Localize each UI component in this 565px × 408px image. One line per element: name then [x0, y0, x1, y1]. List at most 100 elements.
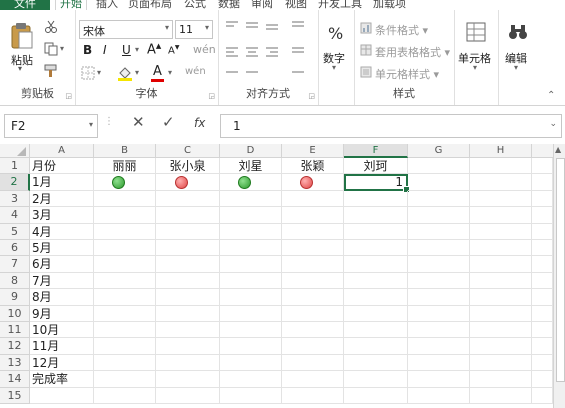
fill-color-dropdown-icon[interactable]: ▾	[135, 68, 139, 77]
cell-d1[interactable]: 刘星	[220, 158, 282, 175]
row-header-1[interactable]: 1	[0, 158, 30, 175]
cancel-entry-icon[interactable]: ✕	[132, 113, 145, 131]
cell-f11[interactable]	[344, 322, 408, 339]
borders-dropdown-icon[interactable]: ▾	[97, 68, 101, 77]
expand-formula-bar-icon[interactable]: ⌄	[549, 119, 557, 129]
cell-c10[interactable]	[156, 305, 220, 322]
cell-x7[interactable]	[532, 256, 553, 273]
cell-a3[interactable]: 2月	[30, 190, 94, 208]
cell-f9[interactable]	[344, 289, 408, 306]
cell-f10[interactable]	[344, 305, 408, 322]
alignment-launcher-icon[interactable]: ◲	[308, 92, 315, 100]
cell-x11[interactable]	[532, 322, 553, 339]
cell-h15[interactable]	[470, 387, 532, 404]
cell-g15[interactable]	[408, 387, 470, 404]
cell-styles-button[interactable]: 单元格样式 ▾	[375, 66, 439, 82]
cell-g6[interactable]	[408, 240, 470, 257]
cell-h13[interactable]	[470, 354, 532, 372]
cell-g3[interactable]	[408, 190, 470, 208]
name-box[interactable]: F2 ▾	[4, 114, 98, 138]
cell-e8[interactable]	[282, 272, 344, 290]
cell-e5[interactable]	[282, 223, 344, 240]
cell-f4[interactable]	[344, 207, 408, 224]
cell-e3[interactable]	[282, 190, 344, 208]
row-header-10[interactable]: 10	[0, 305, 30, 322]
cell-d14[interactable]	[220, 371, 282, 388]
row-header-9[interactable]: 9	[0, 289, 30, 306]
cell-x4[interactable]	[532, 207, 553, 224]
tab-insert[interactable]: 插入	[96, 0, 118, 10]
cell-b4[interactable]	[94, 207, 156, 224]
column-header-e[interactable]: E	[282, 144, 344, 158]
conditional-format-button[interactable]: 条件格式 ▾	[375, 22, 428, 38]
bold-button[interactable]: B	[83, 43, 92, 57]
column-header-h[interactable]: H	[470, 144, 532, 158]
cells-icon[interactable]	[466, 22, 486, 42]
cut-icon[interactable]	[44, 20, 58, 34]
cell-h6[interactable]	[470, 240, 532, 257]
cell-a14[interactable]: 完成率	[30, 371, 94, 388]
cell-c9[interactable]	[156, 289, 220, 306]
cell-f5[interactable]	[344, 223, 408, 240]
alignment-buttons-icon[interactable]	[224, 18, 314, 80]
cell-b8[interactable]	[94, 272, 156, 290]
cell-x12[interactable]	[532, 338, 553, 355]
tab-addins[interactable]: 加载项	[373, 0, 406, 10]
font-color-dropdown-icon[interactable]: ▾	[168, 68, 172, 77]
tab-page-layout[interactable]: 页面布局	[128, 0, 172, 10]
cell-g9[interactable]	[408, 289, 470, 306]
cell-a13[interactable]: 12月	[30, 354, 94, 372]
cell-c12[interactable]	[156, 338, 220, 355]
formula-input[interactable]: 1 ⌄	[220, 114, 562, 138]
grow-font-button[interactable]: A▲	[147, 42, 161, 57]
row-header-12[interactable]: 12	[0, 338, 30, 355]
cell-c6[interactable]	[156, 240, 220, 257]
cell-d15[interactable]	[220, 387, 282, 404]
cell-g14[interactable]	[408, 371, 470, 388]
cell-x15[interactable]	[532, 387, 553, 404]
tab-formulas[interactable]: 公式	[184, 0, 206, 10]
row-header-15[interactable]: 15	[0, 387, 30, 404]
row-header-4[interactable]: 4	[0, 207, 30, 224]
cell-c7[interactable]	[156, 256, 220, 273]
cell-b3[interactable]	[94, 190, 156, 208]
cell-b2[interactable]	[94, 174, 156, 191]
cell-a1[interactable]: 月份	[30, 158, 94, 175]
cell-d13[interactable]	[220, 354, 282, 372]
cell-e4[interactable]	[282, 207, 344, 224]
font-name-combo[interactable]: 宋体 ▾	[79, 20, 173, 39]
cell-d4[interactable]	[220, 207, 282, 224]
cell-a10[interactable]: 9月	[30, 305, 94, 322]
font-color-icon[interactable]: A	[153, 64, 162, 79]
cell-b14[interactable]	[94, 371, 156, 388]
cell-h7[interactable]	[470, 256, 532, 273]
column-header-d[interactable]: D	[220, 144, 282, 158]
cell-f8[interactable]	[344, 272, 408, 290]
scrollbar-thumb[interactable]	[556, 158, 565, 382]
row-header-13[interactable]: 13	[0, 354, 30, 372]
select-all-button[interactable]	[0, 144, 30, 158]
cell-x14[interactable]	[532, 371, 553, 388]
paste-dropdown-icon[interactable]: ▾	[18, 64, 22, 73]
cell-c1[interactable]: 张小泉	[156, 158, 220, 175]
cell-d6[interactable]	[220, 240, 282, 257]
cell-x3[interactable]	[532, 190, 553, 208]
column-header-f[interactable]: F	[344, 144, 408, 158]
cell-h3[interactable]	[470, 190, 532, 208]
conditional-format-icon[interactable]	[360, 22, 372, 34]
cell-e9[interactable]	[282, 289, 344, 306]
cell-c3[interactable]	[156, 190, 220, 208]
cell-x5[interactable]	[532, 223, 553, 240]
font-size-dropdown-icon[interactable]: ▾	[205, 23, 209, 32]
cell-g8[interactable]	[408, 272, 470, 290]
column-header-b[interactable]: B	[94, 144, 156, 158]
cell-g2[interactable]	[408, 174, 470, 191]
cell-b12[interactable]	[94, 338, 156, 355]
cell-b9[interactable]	[94, 289, 156, 306]
cell-c2[interactable]	[156, 174, 220, 191]
cell-f12[interactable]	[344, 338, 408, 355]
cell-x10[interactable]	[532, 305, 553, 322]
cell-d11[interactable]	[220, 322, 282, 339]
shrink-font-button[interactable]: A▼	[168, 44, 179, 56]
cell-a9[interactable]: 8月	[30, 289, 94, 306]
